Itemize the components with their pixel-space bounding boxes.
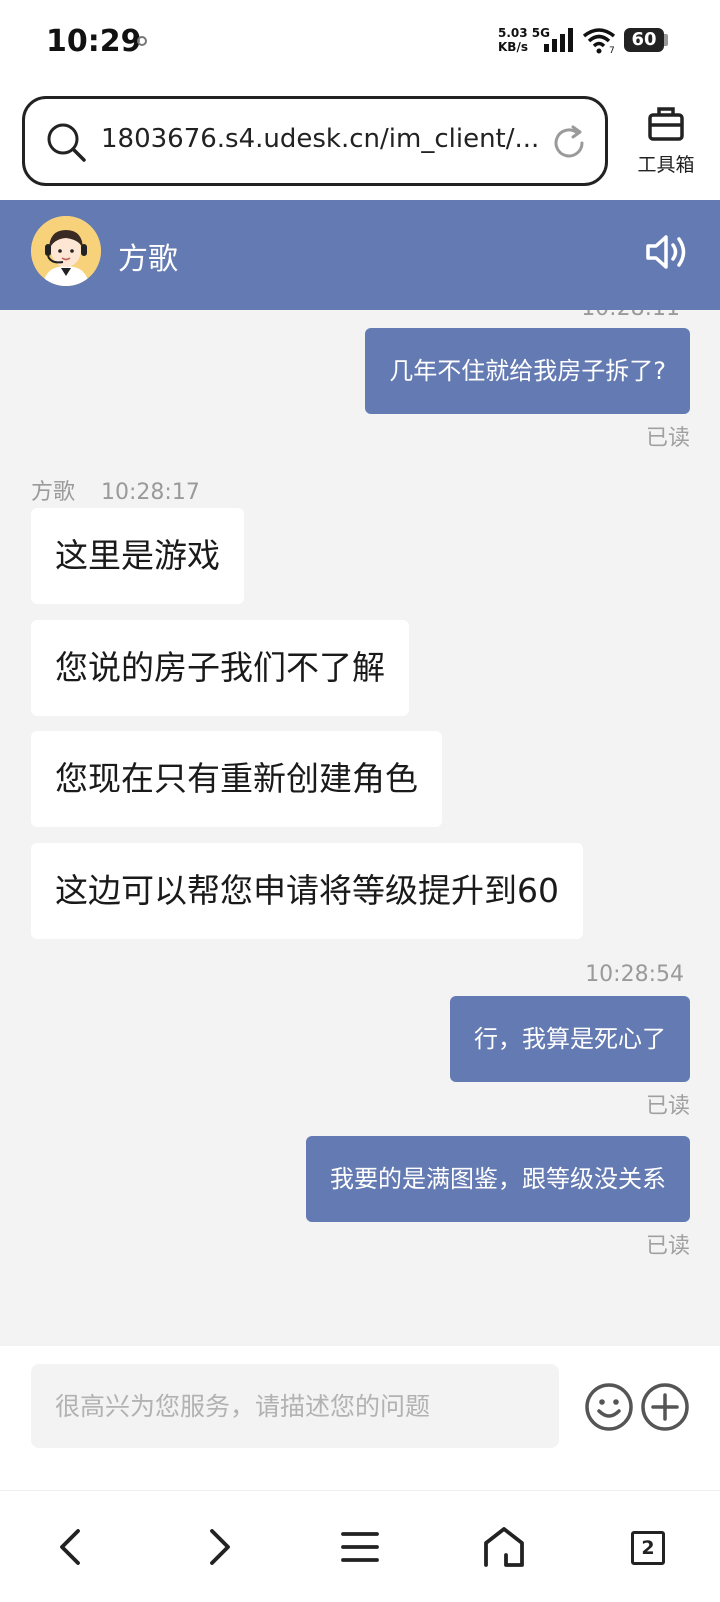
status-bar: 10:29 5.03 5G KB/s 7 60 [0,0,720,84]
message-time: 10:28:54 [585,962,684,987]
incoming-message[interactable]: 这边可以帮您申请将等级提升到60 [31,843,583,939]
message-input[interactable] [31,1364,559,1448]
back-icon[interactable] [50,1525,94,1569]
outgoing-message[interactable]: 我要的是满图鉴，跟等级没关系 [306,1136,690,1222]
speaker-icon[interactable] [644,232,690,272]
agent-name: 方歌 [118,242,178,277]
battery-indicator: 60 [624,28,664,52]
search-icon [47,123,86,162]
toolbox-label: 工具箱 [637,154,695,176]
home-icon[interactable] [482,1525,526,1569]
chat-header: 方歌 [0,200,720,310]
agent-avatar [31,216,101,286]
sync-icon [137,36,147,46]
wifi-icon: 7 [582,28,616,54]
url-text[interactable]: 1803676.s4.udesk.cn/im_client/... [101,124,541,154]
forward-icon[interactable] [196,1525,240,1569]
sender-info: 方歌 10:28:17 [31,474,200,506]
browser-bottom-nav: 2 [0,1490,720,1602]
message-time: 10:28:11 [581,310,680,321]
read-status: 已读 [645,1094,690,1119]
status-time: 10:29 [46,24,142,59]
message-time: 10:28:17 [101,480,200,505]
incoming-message[interactable]: 这里是游戏 [31,508,244,604]
emoji-icon[interactable] [584,1382,634,1432]
message-input-bar [0,1346,720,1490]
outgoing-message[interactable]: 行，我算是死心了 [450,996,690,1082]
network-speed: 5.03 5G KB/s [498,26,550,54]
menu-icon[interactable] [338,1525,382,1569]
signal-icon [544,28,573,52]
refresh-icon[interactable] [549,123,589,163]
network-speed-unit: KB/s [498,40,528,54]
read-status: 已读 [645,1234,690,1259]
address-bar[interactable]: 1803676.s4.udesk.cn/im_client/... [22,96,608,186]
wifi-label: 7 [609,46,615,54]
agent-avatar-icon [31,216,101,286]
plus-icon[interactable] [640,1382,690,1432]
network-speed-value: 5.03 5G [498,26,550,40]
battery-tip [664,34,668,46]
tabs-count-button[interactable]: 2 [631,1531,665,1565]
read-status: 已读 [645,426,690,451]
toolbox-icon [648,107,684,141]
chat-messages[interactable]: 10:28:11 几年不住就给我房子拆了? 已读 方歌 10:28:17 这里是游… [0,310,720,1346]
outgoing-message[interactable]: 几年不住就给我房子拆了? [365,328,690,414]
incoming-message[interactable]: 您现在只有重新创建角色 [31,731,442,827]
toolbox-button[interactable]: 工具箱 [626,104,706,184]
sender-name: 方歌 [31,480,76,505]
incoming-message[interactable]: 您说的房子我们不了解 [31,620,409,716]
